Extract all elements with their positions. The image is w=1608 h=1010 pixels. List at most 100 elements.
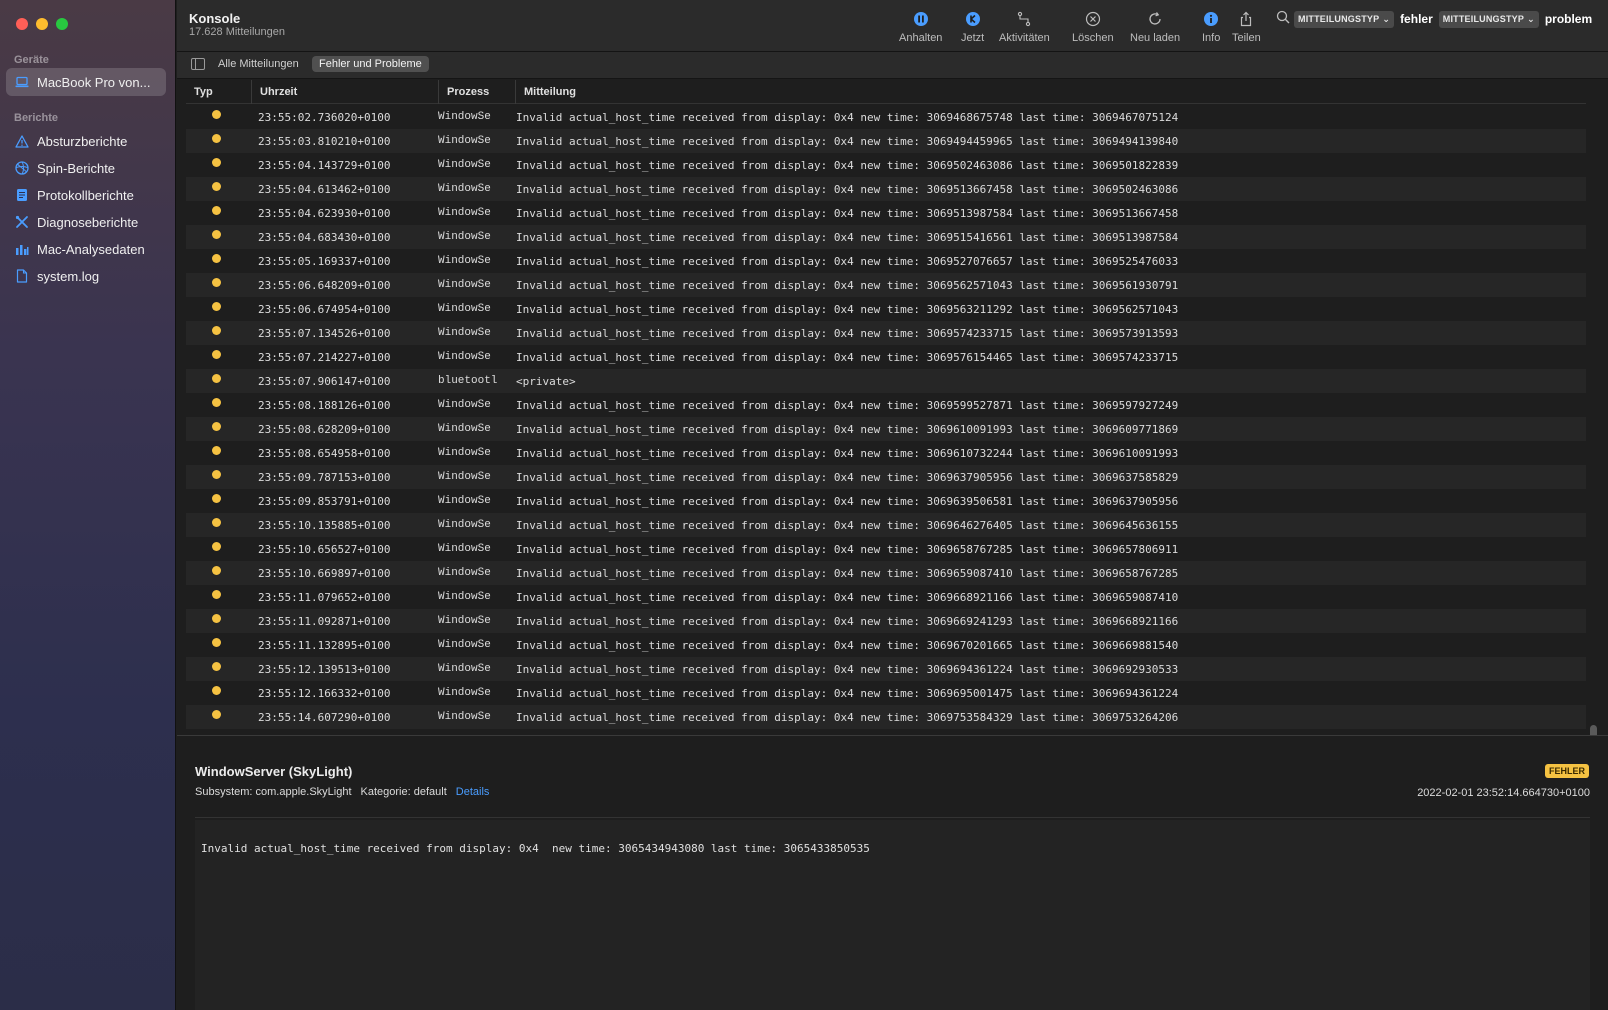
table-row[interactable]: 23:55:10.669897+0100 WindowSe Invalid actu… [186, 561, 1586, 585]
process-cell: WindowSe [438, 327, 491, 339]
zoom-window-button[interactable] [56, 18, 68, 30]
table-row[interactable]: 23:55:12.139513+0100 WindowSe Invalid actu… [186, 657, 1586, 681]
type-cell [186, 609, 258, 633]
sidebar-item-mac-analysedaten[interactable]: Mac-Analysedaten [6, 235, 166, 263]
tools-icon [15, 215, 29, 229]
clear-button[interactable]: Löschen [1072, 10, 1114, 44]
detail-category: Kategorie: default [360, 786, 447, 798]
status-badge: FEHLER [1545, 764, 1589, 778]
sidebar-item-system-log[interactable]: system.log [6, 262, 166, 290]
table-row[interactable]: 23:55:06.648209+0100 WindowSe Invalid actu… [186, 273, 1586, 297]
type-cell [186, 657, 258, 681]
time-cell: 23:55:09.853791+0100 [258, 494, 391, 508]
table-row[interactable]: 23:55:09.853791+0100 WindowSe Invalid actu… [186, 489, 1586, 513]
token-type-label: MITTEILUNGSTYP [1298, 14, 1380, 24]
process-cell: WindowSe [438, 543, 491, 555]
search-token-value[interactable]: fehler [1400, 12, 1433, 26]
time-cell: 23:55:10.656527+0100 [258, 542, 391, 556]
table-row[interactable]: 23:55:10.656527+0100 WindowSe Invalid actu… [186, 537, 1586, 561]
table-row[interactable]: 23:55:10.135885+0100 WindowSe Invalid actu… [186, 513, 1586, 537]
error-dot-icon [212, 590, 221, 599]
message-cell: Invalid actual_host_time received from d… [516, 110, 1179, 124]
table-row[interactable]: 23:55:08.654958+0100 WindowSe Invalid actu… [186, 441, 1586, 465]
activities-button[interactable]: Aktivitäten [999, 10, 1050, 44]
sidebar-item-protokollberichte[interactable]: Protokollberichte [6, 181, 166, 209]
search-field[interactable]: MITTEILUNGSTYP ⌄ fehler MITTEILUNGSTYP ⌄… [1276, 9, 1594, 29]
table-row[interactable]: 23:55:07.214227+0100 WindowSe Invalid actu… [186, 345, 1586, 369]
message-cell: Invalid actual_host_time received from d… [516, 350, 1179, 364]
table-row[interactable]: 23:55:02.736020+0100 WindowSe Invalid actu… [186, 105, 1586, 129]
close-window-button[interactable] [16, 18, 28, 30]
message-cell: Invalid actual_host_time received from d… [516, 710, 1179, 724]
sidebar-item-absturzberichte[interactable]: Absturzberichte [6, 127, 166, 155]
time-cell: 23:55:07.214227+0100 [258, 350, 391, 364]
table-row[interactable]: 23:55:12.166332+0100 WindowSe Invalid actu… [186, 681, 1586, 705]
table-row[interactable]: 23:55:03.810210+0100 WindowSe Invalid actu… [186, 129, 1586, 153]
column-header-mitteilung[interactable]: Mitteilung [515, 80, 576, 104]
table-row[interactable]: 23:55:04.683430+0100 WindowSe Invalid actu… [186, 225, 1586, 249]
sidebar-item-device[interactable]: MacBook Pro von... [6, 68, 166, 96]
search-token-type[interactable]: MITTEILUNGSTYP ⌄ [1438, 10, 1539, 28]
table-row[interactable]: 23:55:11.092871+0100 WindowSe Invalid actu… [186, 609, 1586, 633]
column-header-typ[interactable]: Typ [186, 80, 213, 104]
process-cell: WindowSe [438, 711, 491, 723]
table-row[interactable]: 23:55:14.607290+0100 WindowSe Invalid actu… [186, 705, 1586, 729]
table-row[interactable]: 23:55:06.674954+0100 WindowSe Invalid actu… [186, 297, 1586, 321]
table-row[interactable]: 23:55:05.169337+0100 WindowSe Invalid actu… [186, 249, 1586, 273]
type-cell [186, 105, 258, 129]
token-type-label: MITTEILUNGSTYP [1442, 14, 1525, 24]
reload-button[interactable]: Neu laden [1130, 10, 1180, 44]
process-cell: WindowSe [438, 183, 491, 195]
type-cell [186, 201, 258, 225]
table-row[interactable]: 23:55:11.079652+0100 WindowSe Invalid actu… [186, 585, 1586, 609]
sidebar-toggle-icon[interactable] [191, 58, 205, 70]
time-cell: 23:55:04.613462+0100 [258, 182, 391, 196]
info-label: Info [1202, 32, 1221, 44]
details-link[interactable]: Details [456, 786, 490, 798]
table-row[interactable]: 23:55:07.906147+0100 bluetootl <private> [186, 369, 1586, 393]
share-button[interactable]: Teilen [1232, 10, 1261, 44]
search-token-value[interactable]: problem [1545, 12, 1592, 26]
log-table[interactable]: 23:55:02.736020+0100 WindowSe Invalid actu… [186, 105, 1586, 729]
error-dot-icon [212, 566, 221, 575]
type-cell [186, 489, 258, 513]
table-row[interactable]: 23:55:11.132895+0100 WindowSe Invalid actu… [186, 633, 1586, 657]
sidebar-item-label: Absturzberichte [37, 133, 128, 149]
table-row[interactable]: 23:55:04.143729+0100 WindowSe Invalid actu… [186, 153, 1586, 177]
now-label: Jetzt [961, 32, 985, 44]
message-cell: Invalid actual_host_time received from d… [516, 686, 1179, 700]
pause-button[interactable]: Anhalten [899, 10, 942, 44]
info-button[interactable]: Info [1202, 10, 1220, 44]
sidebar-item-spin-berichte[interactable]: Spin-Berichte [6, 154, 166, 182]
error-dot-icon [212, 206, 221, 215]
time-cell: 23:55:10.669897+0100 [258, 566, 391, 580]
tab-all-messages[interactable]: Alle Mitteilungen [211, 56, 306, 72]
now-button[interactable]: Jetzt [961, 10, 984, 44]
table-row[interactable]: 23:55:07.134526+0100 WindowSe Invalid actu… [186, 321, 1586, 345]
table-row[interactable]: 23:55:04.613462+0100 WindowSe Invalid actu… [186, 177, 1586, 201]
sidebar-item-diagnoseberichte[interactable]: Diagnoseberichte [6, 208, 166, 236]
table-row[interactable]: 23:55:08.628209+0100 WindowSe Invalid actu… [186, 417, 1586, 441]
type-cell [186, 465, 258, 489]
message-cell: Invalid actual_host_time received from d… [516, 398, 1179, 412]
chevron-down-icon: ⌄ [1382, 13, 1391, 24]
column-header-prozess[interactable]: Prozess [438, 80, 489, 104]
search-token-type[interactable]: MITTEILUNGSTYP ⌄ [1294, 10, 1395, 28]
table-row[interactable]: 23:55:09.787153+0100 WindowSe Invalid actu… [186, 465, 1586, 489]
time-cell: 23:55:04.143729+0100 [258, 158, 391, 172]
column-header-uhrzeit[interactable]: Uhrzeit [251, 80, 297, 104]
table-row[interactable]: 23:55:08.188126+0100 WindowSe Invalid actu… [186, 393, 1586, 417]
process-cell: WindowSe [438, 447, 491, 459]
time-cell: 23:55:07.134526+0100 [258, 326, 391, 340]
process-cell: bluetootl [438, 375, 498, 387]
type-cell [186, 177, 258, 201]
detail-message-box[interactable]: Invalid actual_host_time received from d… [195, 820, 1590, 1010]
detail-timestamp: 2022-02-01 23:52:14.664730+0100 [1417, 787, 1590, 799]
time-cell: 23:55:03.810210+0100 [258, 134, 391, 148]
tab-errors-and-faults[interactable]: Fehler und Probleme [312, 56, 429, 72]
error-dot-icon [212, 638, 221, 647]
window-title: Konsole [189, 11, 241, 26]
message-cell: Invalid actual_host_time received from d… [516, 302, 1179, 316]
minimize-window-button[interactable] [36, 18, 48, 30]
table-row[interactable]: 23:55:04.623930+0100 WindowSe Invalid actu… [186, 201, 1586, 225]
